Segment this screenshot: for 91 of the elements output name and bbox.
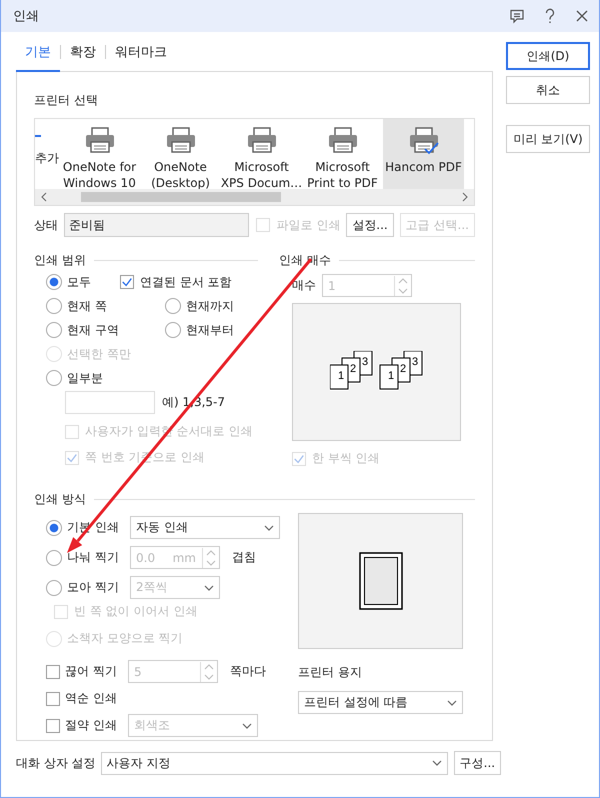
printer-icon <box>84 127 114 155</box>
scroll-right-icon[interactable] <box>462 192 468 202</box>
dialog-button[interactable]: 미리 보기(V) <box>506 125 590 153</box>
radio-label: 현재 구역 <box>67 322 119 338</box>
checkbox[interactable] <box>46 664 60 678</box>
radio-button[interactable] <box>46 298 62 314</box>
page-icon <box>358 552 402 610</box>
radio-label: 현재부터 <box>186 322 234 338</box>
chevron-icon <box>432 760 442 766</box>
chevron-icon <box>242 722 252 728</box>
checkbox-label: 한 부씩 인쇄 <box>312 450 380 467</box>
radio-label: 현재까지 <box>186 298 234 314</box>
page-stacks-drawing: 3 2 1 3 2 1 <box>330 351 424 393</box>
printer-name: Microsoft XPS Docum… <box>220 159 302 190</box>
radio-label: 현재 쪽 <box>67 298 107 314</box>
printer-name: Hancom PDF <box>384 159 463 175</box>
section-label: 프린터 선택 <box>34 92 99 109</box>
printer-item[interactable]: OneNote for Windows 10 <box>59 119 140 190</box>
spin-value: 1 <box>328 278 337 292</box>
checkbox-label: 빈 쪽 없이 이어서 인쇄 <box>74 603 198 620</box>
tab[interactable]: 워터마크 <box>106 31 176 72</box>
checkbox-label: 절약 인쇄 <box>65 717 118 734</box>
printer-item[interactable]: Microsoft XPS Docum… <box>221 119 302 190</box>
printer-icon <box>166 127 196 155</box>
radio-button[interactable] <box>46 580 62 596</box>
radio-button[interactable] <box>46 322 62 338</box>
radio-label: 나눠 찍기 <box>67 549 120 566</box>
window-title: 인쇄 <box>13 8 39 25</box>
printer-icon <box>328 127 358 155</box>
dialog-settings-label: 대화 상자 설정 <box>16 754 96 772</box>
section-heading: 인쇄 범위 <box>34 252 86 268</box>
close-icon[interactable] <box>575 9 589 23</box>
configure-button[interactable]: 구성... <box>454 751 502 775</box>
checkbox[interactable] <box>120 275 134 289</box>
radio-button[interactable] <box>46 370 62 386</box>
checkbox-label: 끊어 찍기 <box>65 663 118 680</box>
checkbox-label: 역순 인쇄 <box>65 690 118 707</box>
printer-name: Microsoft Print to PDF <box>306 159 379 190</box>
checkbox-label: 파일로 인쇄 <box>276 216 340 234</box>
checkbox-label: 연결된 문서 포함 <box>140 274 232 290</box>
radio-label: 일부분 <box>67 370 103 386</box>
dropdown-value: 회색조 <box>134 717 170 734</box>
radio-button[interactable] <box>46 520 62 536</box>
dropdown-value: 자동 인쇄 <box>136 519 188 536</box>
radio-button[interactable] <box>46 274 62 290</box>
radio-label: 모아 찍기 <box>67 579 120 596</box>
comment-icon[interactable] <box>509 8 525 24</box>
suffix-label: 겹침 <box>232 549 256 566</box>
dropdown-value: 프린터 설정에 따름 <box>304 694 408 711</box>
dialog-button[interactable]: 취소 <box>506 76 590 104</box>
dropdown[interactable]: 자동 인쇄 <box>130 516 280 539</box>
printer-name: OneNote (Desktop) <box>150 159 211 190</box>
printer-icon <box>246 127 276 155</box>
tab[interactable]: 확장 <box>61 31 105 72</box>
spin-value: 5 <box>134 664 143 678</box>
dropdown[interactable]: 사용자 지정 <box>100 752 448 774</box>
dialog-button[interactable]: 인쇄(D) <box>506 42 590 70</box>
pages-input[interactable] <box>65 391 155 414</box>
chevron-icon <box>447 700 457 706</box>
chevron-icon <box>264 524 274 530</box>
radio-label: 모두 <box>67 274 91 290</box>
radio-label: 선택한 쪽만 <box>67 346 131 362</box>
printer-item[interactable]: OneNote (Desktop) <box>140 119 221 190</box>
radio-label: 소책자 모양으로 찍기 <box>67 630 183 647</box>
scroll-left-icon[interactable] <box>41 192 47 202</box>
radio-button[interactable] <box>165 298 181 314</box>
printer-item[interactable]: Hancom PDF <box>383 119 464 190</box>
unit-label: mm <box>172 550 196 564</box>
dropdown[interactable]: 프린터 설정에 따름 <box>298 691 463 714</box>
printer-check-icon <box>408 127 438 155</box>
horizontal-scrollbar[interactable] <box>35 189 474 205</box>
dropdown-value: 2쪽씩 <box>136 579 168 596</box>
radio-button[interactable] <box>165 322 181 338</box>
printer-name: OneNote for Windows 10 <box>62 159 138 190</box>
help-icon[interactable] <box>544 8 556 24</box>
status-label: 상태 <box>34 216 58 234</box>
section-heading: 인쇄 방식 <box>34 490 86 508</box>
spin-value: 0.0 <box>136 550 156 564</box>
action-button[interactable]: 설정... <box>346 213 394 237</box>
copies-label: 매수 <box>292 277 316 294</box>
printer-name: 추가 <box>35 150 59 166</box>
printer-item[interactable]: 추가 <box>35 119 59 190</box>
checkbox[interactable] <box>46 718 60 732</box>
chevron-icon <box>204 584 214 590</box>
dropdown-value: 사용자 지정 <box>106 754 170 772</box>
status-field: 준비됨 <box>64 213 250 237</box>
radio-button[interactable] <box>46 550 62 566</box>
paper-label: 프린터 용지 <box>298 664 363 681</box>
suffix-label: 쪽마다 <box>230 663 266 680</box>
printer-item[interactable]: Microsoft Print to PDF <box>302 119 383 190</box>
checkbox[interactable] <box>46 692 60 706</box>
